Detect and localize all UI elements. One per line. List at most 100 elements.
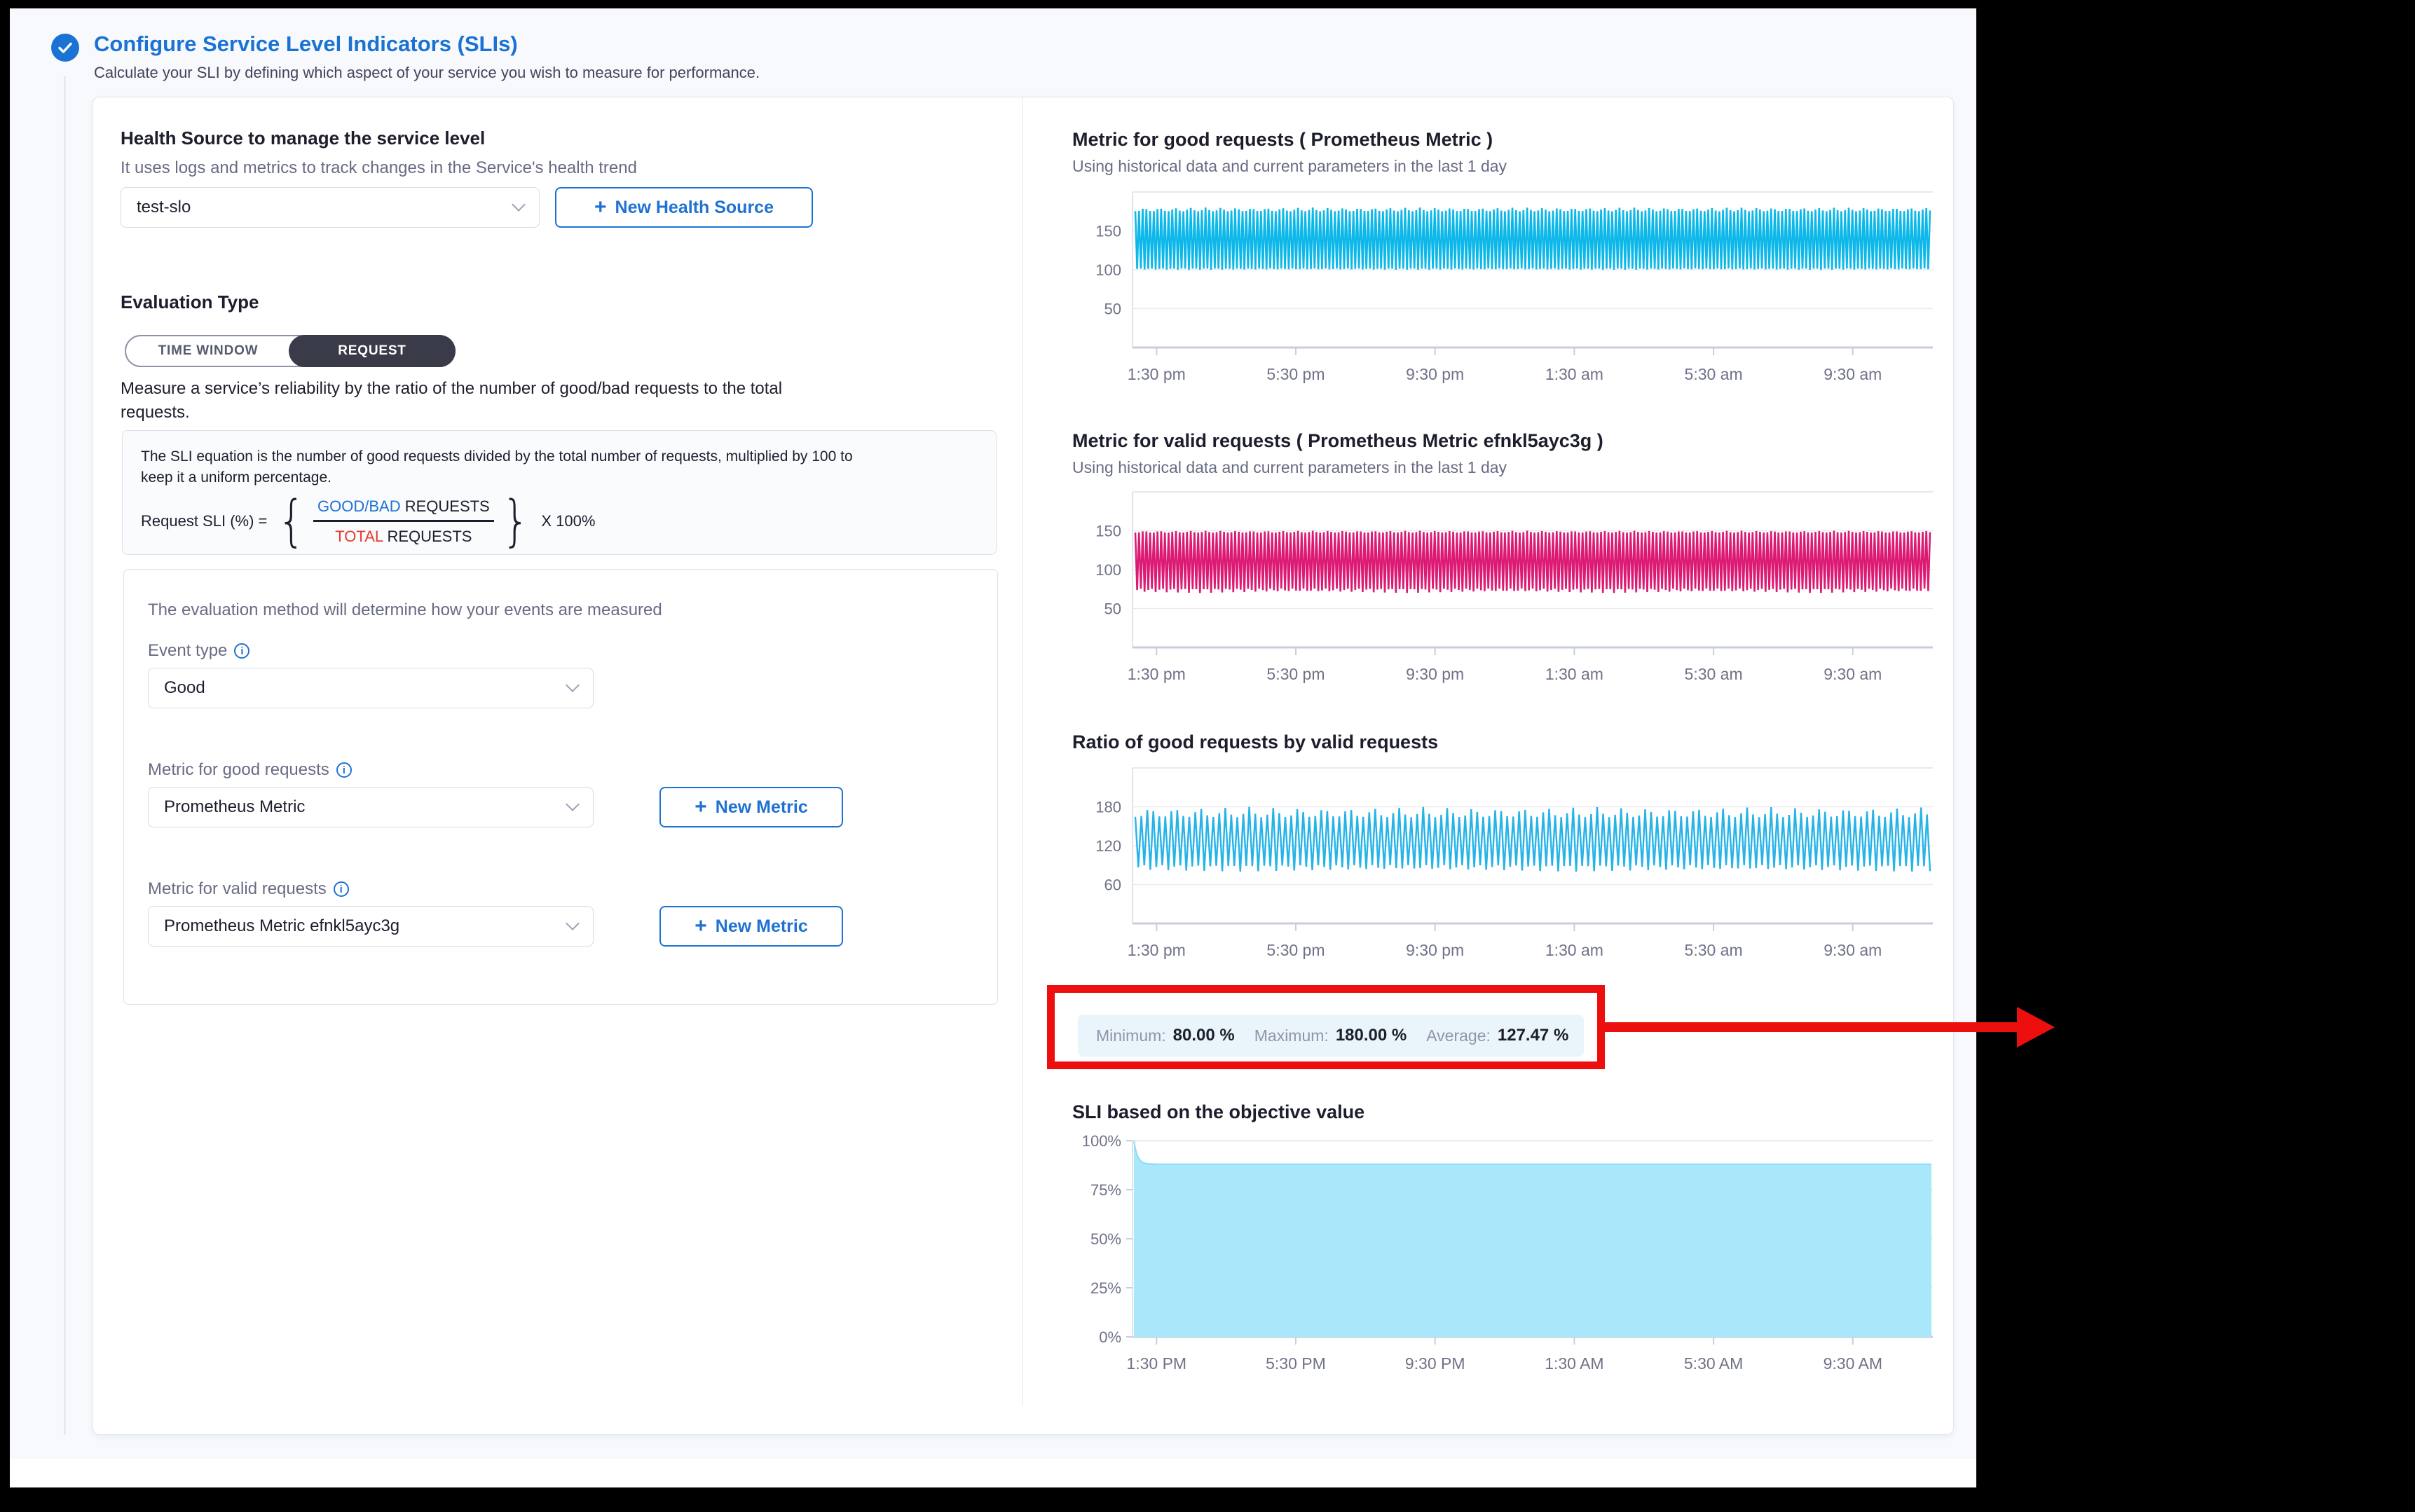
event-type-label: Event type: [148, 641, 227, 661]
x-tick-label: 5:30 am: [1685, 365, 1743, 383]
good-metric-select[interactable]: Prometheus Metric: [148, 787, 594, 827]
y-tick-label: 120: [1095, 837, 1121, 855]
y-tick-label: 50: [1104, 301, 1121, 318]
info-icon[interactable]: i: [334, 881, 349, 897]
formula-rhs: X 100%: [541, 512, 595, 530]
series-line: [1135, 807, 1930, 872]
step-connector-line: [64, 76, 66, 1435]
x-tick-label: 9:30 pm: [1406, 665, 1464, 683]
series-area-edge: [1134, 1141, 1931, 1164]
x-tick-label: 5:30 pm: [1266, 665, 1325, 683]
chart-good-requests-plot: 150100501:30 pm5:30 pm9:30 pm1:30 am5:30…: [1054, 182, 1944, 392]
valid-metric-select[interactable]: Prometheus Metric efnkl5ayc3g: [148, 906, 594, 947]
event-type-select[interactable]: Good: [148, 668, 594, 708]
valid-metric-value: Prometheus Metric efnkl5ayc3g: [164, 916, 399, 936]
x-tick-label: 1:30 am: [1545, 665, 1603, 683]
x-tick-label: 9:30 pm: [1406, 941, 1464, 959]
plus-icon: +: [695, 916, 707, 937]
series-area: [1134, 1141, 1931, 1337]
good-metric-value: Prometheus Metric: [164, 797, 305, 817]
new-metric-label: New Metric: [716, 916, 808, 937]
x-tick-label: 1:30 pm: [1128, 365, 1186, 383]
evaluation-method-box: The evaluation method will determine how…: [123, 569, 998, 1005]
evaluation-method-intro: The evaluation method will determine how…: [148, 600, 662, 620]
x-tick-label: 9:30 PM: [1405, 1354, 1465, 1373]
new-health-source-label: New Health Source: [615, 198, 774, 218]
y-tick-label: 180: [1095, 799, 1121, 816]
y-tick-label: 25%: [1090, 1279, 1121, 1297]
page-title: Configure Service Level Indicators (SLIs…: [94, 32, 518, 57]
plus-icon: +: [594, 197, 607, 218]
formula-numerator-rest: REQUESTS: [401, 497, 490, 515]
slo-configuration-page: Configure Service Level Indicators (SLIs…: [10, 8, 1976, 1487]
info-icon[interactable]: i: [336, 762, 352, 778]
x-tick-label: 1:30 pm: [1128, 941, 1186, 959]
page-subtitle: Calculate your SLI by defining which asp…: [94, 64, 760, 82]
y-tick-label: 100: [1095, 561, 1121, 579]
x-tick-label: 1:30 am: [1545, 365, 1603, 383]
y-tick-label: 0%: [1099, 1328, 1121, 1346]
evaluation-type-heading: Evaluation Type: [121, 291, 259, 313]
x-tick-label: 9:30 am: [1824, 665, 1882, 683]
red-arrow-head-icon: [2017, 1007, 2055, 1047]
x-tick-label: 5:30 pm: [1266, 941, 1325, 959]
chart-sli-title: SLI based on the objective value: [1072, 1101, 1364, 1123]
info-icon[interactable]: i: [234, 643, 249, 659]
y-tick-label: 50: [1104, 600, 1121, 618]
good-metric-label: Metric for good requests: [148, 760, 329, 780]
formula-lhs: Request SLI (%) =: [141, 512, 267, 530]
sli-formula: Request SLI (%) = { GOOD/BAD REQUESTS TO…: [141, 497, 978, 546]
health-source-subheading: It uses logs and metrics to track change…: [121, 158, 637, 178]
x-tick-label: 5:30 pm: [1266, 365, 1325, 383]
chevron-down-icon: [566, 797, 580, 811]
x-tick-label: 9:30 pm: [1406, 365, 1464, 383]
x-tick-label: 1:30 am: [1545, 941, 1603, 959]
plus-icon: +: [695, 797, 707, 818]
chevron-down-icon: [512, 198, 526, 212]
toggle-option-time-window[interactable]: TIME WINDOW: [126, 336, 290, 366]
new-valid-metric-button[interactable]: + New Metric: [659, 906, 843, 947]
red-highlight-box: [1047, 985, 1605, 1069]
y-tick-label: 75%: [1090, 1181, 1121, 1199]
health-source-select[interactable]: test-slo: [121, 187, 540, 228]
health-source-heading: Health Source to manage the service leve…: [121, 128, 485, 149]
x-tick-label: 5:30 am: [1685, 941, 1743, 959]
equation-text-line1: The SLI equation is the number of good r…: [141, 448, 853, 465]
description-line2: requests.: [121, 403, 190, 422]
series-line: [1135, 531, 1930, 593]
x-tick-label: 9:30 am: [1824, 941, 1882, 959]
new-metric-label: New Metric: [716, 797, 808, 818]
equation-text-line2: keep it a uniform percentage.: [141, 469, 331, 486]
y-tick-label: 150: [1095, 223, 1121, 240]
footer-strip: [10, 1459, 1976, 1487]
chevron-down-icon: [566, 916, 580, 930]
y-tick-label: 50%: [1090, 1230, 1121, 1248]
toggle-option-request[interactable]: REQUEST: [289, 335, 456, 367]
x-tick-label: 5:30 PM: [1266, 1354, 1326, 1373]
health-source-select-value: test-slo: [137, 198, 191, 217]
formula-open-brace: {: [278, 497, 306, 546]
chevron-down-icon: [566, 678, 580, 692]
chart-ratio-plot: 180120601:30 pm5:30 pm9:30 pm1:30 am5:30…: [1054, 758, 1944, 968]
valid-metric-label: Metric for valid requests: [148, 879, 327, 899]
chart-good-requests-title: Metric for good requests ( Prometheus Me…: [1072, 129, 1493, 151]
chart-ratio-title: Ratio of good requests by valid requests: [1072, 731, 1438, 753]
x-tick-label: 5:30 AM: [1684, 1354, 1743, 1373]
x-tick-label: 1:30 AM: [1545, 1354, 1603, 1373]
x-tick-label: 5:30 am: [1685, 665, 1743, 683]
new-good-metric-button[interactable]: + New Metric: [659, 787, 843, 827]
x-tick-label: 1:30 PM: [1126, 1354, 1186, 1373]
x-tick-label: 9:30 am: [1824, 365, 1882, 383]
chart-svg-ratio: 180120601:30 pm5:30 pm9:30 pm1:30 am5:30…: [1054, 758, 1944, 968]
chart-svg-sli: 100%75%50%25%0%1:30 PM5:30 PM9:30 PM1:30…: [1054, 1131, 1944, 1383]
new-health-source-button[interactable]: + New Health Source: [555, 187, 813, 228]
chart-svg-valid_requests: 150100501:30 pm5:30 pm9:30 pm1:30 am5:30…: [1054, 482, 1944, 692]
sli-equation-box: The SLI equation is the number of good r…: [122, 430, 997, 555]
chart-valid-requests-subtitle: Using historical data and current parame…: [1072, 458, 1507, 477]
evaluation-type-description: Measure a service’s reliability by the r…: [121, 377, 969, 425]
x-tick-label: 1:30 pm: [1128, 665, 1186, 683]
formula-denominator-rest: REQUESTS: [383, 528, 472, 545]
chart-valid-requests-plot: 150100501:30 pm5:30 pm9:30 pm1:30 am5:30…: [1054, 482, 1944, 692]
column-divider: [1022, 97, 1023, 1406]
x-tick-label: 9:30 AM: [1824, 1354, 1882, 1373]
